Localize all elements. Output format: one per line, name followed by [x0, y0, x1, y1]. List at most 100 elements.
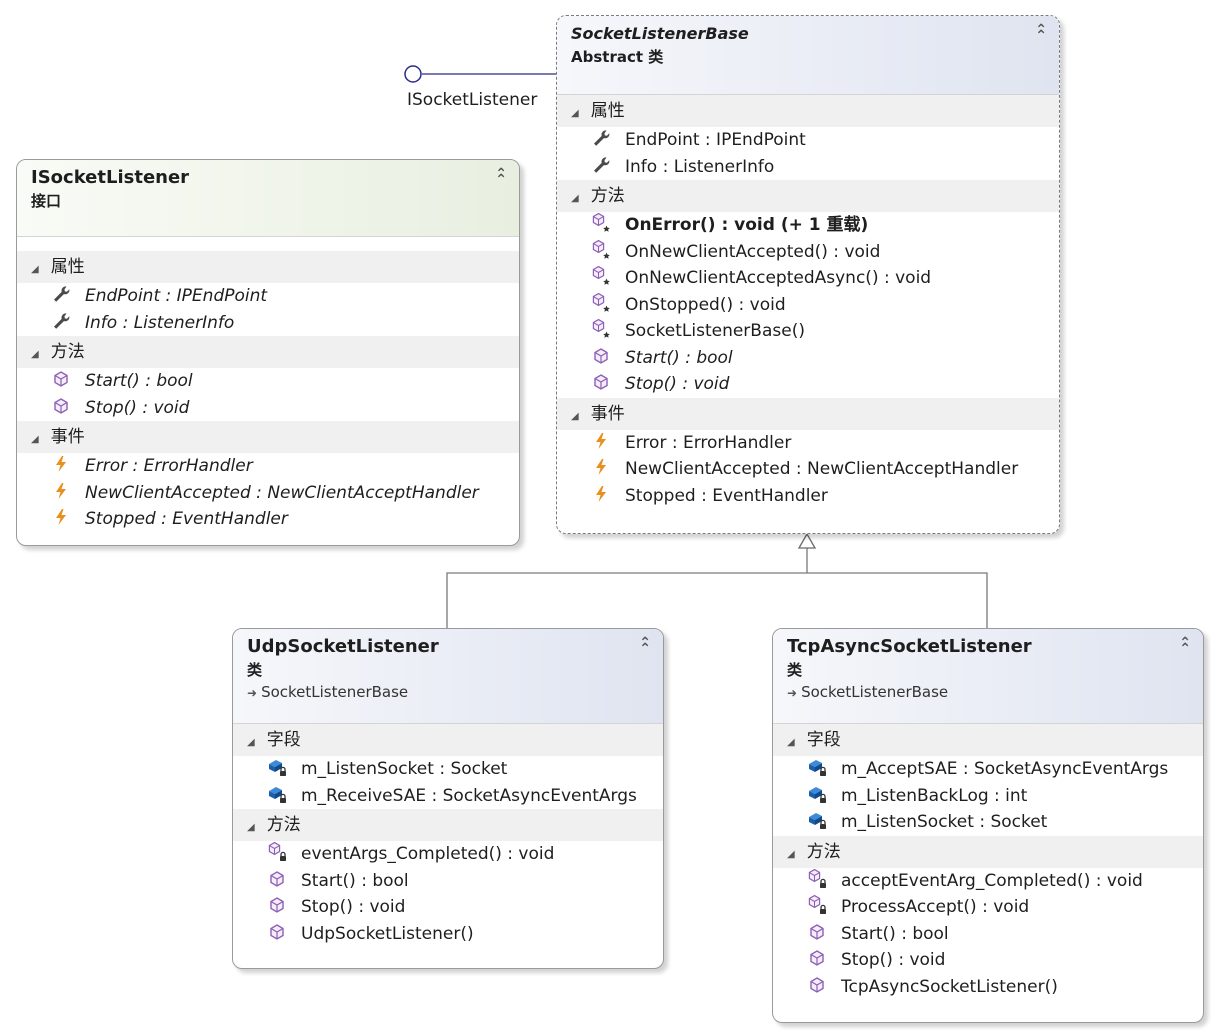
section-header-methods[interactable]: ◢ 方法	[773, 835, 1203, 868]
member-row[interactable]: UdpSocketListener()	[233, 921, 663, 948]
collapse-chevron-icon[interactable]: ⌃ ⌃	[1035, 22, 1047, 54]
expand-triangle-icon: ◢	[571, 108, 579, 119]
interface-lollipop-label: ISocketListener	[407, 90, 538, 110]
section-header-events[interactable]: ◢ 事件	[557, 397, 1059, 430]
expand-triangle-icon: ◢	[31, 264, 39, 275]
section-header-methods[interactable]: ◢ 方法	[557, 180, 1059, 212]
member-text: Stopped : EventHandler	[625, 485, 828, 506]
section-title: 事件	[590, 403, 625, 424]
member-row[interactable]: OnStopped() : void	[557, 292, 1059, 319]
member-row[interactable]: m_AcceptSAE : SocketAsyncEventArgs	[773, 756, 1203, 783]
member-row[interactable]: NewClientAccepted : NewClientAcceptHandl…	[557, 456, 1059, 483]
protected-method-icon	[591, 213, 611, 233]
method-cube-icon	[591, 346, 611, 366]
member-row[interactable]: EndPoint : IPEndPoint	[17, 283, 519, 310]
member-row[interactable]: SocketListenerBase()	[557, 318, 1059, 345]
section-header-fields[interactable]: ◢ 字段	[233, 724, 663, 756]
member-row[interactable]: Start() : bool	[773, 921, 1203, 948]
member-row[interactable]: m_ReceiveSAE : SocketAsyncEventArgs	[233, 783, 663, 810]
member-row[interactable]: OnError() : void (+ 1 重载)	[557, 212, 1059, 239]
section-title: 方法	[50, 342, 85, 362]
member-text: UdpSocketListener()	[301, 923, 474, 944]
member-row[interactable]: TcpAsyncSocketListener()	[773, 974, 1203, 1001]
section-title: 属性	[590, 101, 625, 121]
member-row[interactable]: Stop() : void	[17, 395, 519, 422]
inherit-arrow-icon: ➜	[787, 686, 798, 700]
member-row[interactable]: eventArgs_Completed() : void	[233, 841, 663, 868]
section-title: 方法	[806, 841, 841, 862]
expand-triangle-icon: ◢	[31, 434, 39, 445]
collapse-chevron-icon[interactable]: ⌃ ⌃	[1179, 635, 1191, 667]
member-text: m_AcceptSAE : SocketAsyncEventArgs	[841, 759, 1169, 779]
member-text: TcpAsyncSocketListener()	[841, 976, 1058, 997]
method-cube-icon	[591, 372, 611, 392]
member-text: ProcessAccept() : void	[841, 897, 1030, 917]
member-text: Stop() : void	[625, 374, 730, 394]
member-row[interactable]: EndPoint : IPEndPoint	[557, 127, 1059, 154]
member-row[interactable]: m_ListenSocket : Socket	[773, 809, 1203, 836]
section-header-properties[interactable]: ◢ 属性	[17, 251, 519, 283]
collapse-chevron-icon[interactable]: ⌃ ⌃	[639, 635, 651, 667]
member-row[interactable]: Stop() : void	[773, 947, 1203, 974]
member-text: Stop() : void	[301, 897, 406, 917]
member-row[interactable]: Stop() : void	[557, 371, 1059, 398]
box-stereotype: 接口	[31, 192, 62, 210]
member-text: eventArgs_Completed() : void	[301, 844, 555, 864]
base-class-reference: ➜ SocketListenerBase	[787, 681, 1189, 704]
section-header-fields[interactable]: ◢ 字段	[773, 724, 1203, 756]
member-row[interactable]: ProcessAccept() : void	[773, 894, 1203, 921]
interface-box-isocketlistener[interactable]: ISocketListener 接口 ⌃ ⌃ ◢ 属性 EndPoint : IPE…	[16, 159, 520, 546]
class-box-udpsocketlistener[interactable]: UdpSocketListener 类 ➜ SocketListenerBase …	[232, 628, 664, 969]
section-header-properties[interactable]: ◢ 属性	[557, 95, 1059, 127]
member-text: m_ListenSocket : Socket	[301, 759, 508, 779]
member-row[interactable]: Stop() : void	[233, 894, 663, 921]
member-text: NewClientAccepted : NewClientAcceptHandl…	[85, 482, 479, 503]
box-stereotype: Abstract 类	[571, 48, 664, 66]
base-class-name: SocketListenerBase	[801, 683, 949, 701]
section-title: 字段	[266, 730, 301, 750]
method-cube-icon	[51, 396, 71, 416]
private-field-icon	[807, 784, 827, 804]
class-box-tcpasyncsocketlistener[interactable]: TcpAsyncSocketListener 类 ➜ SocketListener…	[772, 628, 1204, 1023]
member-text: OnNewClientAcceptedAsync() : void	[625, 268, 932, 288]
private-method-icon	[807, 868, 827, 889]
member-row[interactable]: m_ListenSocket : Socket	[233, 756, 663, 783]
member-row[interactable]: Start() : bool	[17, 368, 519, 395]
method-cube-icon	[267, 869, 287, 889]
method-cube-icon	[807, 922, 827, 942]
lightning-icon	[51, 481, 71, 501]
member-row[interactable]: OnNewClientAcceptedAsync() : void	[557, 265, 1059, 292]
section-title: 方法	[266, 815, 301, 835]
expand-triangle-icon: ◢	[247, 822, 255, 833]
collapse-chevron-icon[interactable]: ⌃ ⌃	[495, 166, 507, 198]
member-row[interactable]: Stopped : EventHandler	[557, 483, 1059, 510]
class-box-socketlistenerbase[interactable]: SocketListenerBase Abstract 类 ⌃ ⌃ ◢ 属性 End…	[556, 15, 1060, 534]
member-row[interactable]: Error : ErrorHandler	[17, 453, 519, 480]
member-text: m_ListenBackLog : int	[841, 785, 1028, 806]
member-row[interactable]: Info : ListenerInfo	[557, 154, 1059, 181]
member-text: acceptEventArg_Completed() : void	[841, 870, 1143, 891]
member-row[interactable]: acceptEventArg_Completed() : void	[773, 868, 1203, 895]
private-field-icon	[807, 810, 827, 830]
member-text: Start() : bool	[841, 923, 949, 944]
member-row[interactable]: Stopped : EventHandler	[17, 506, 519, 533]
private-method-icon	[267, 842, 287, 862]
member-row[interactable]: Start() : bool	[557, 345, 1059, 372]
private-field-icon	[807, 757, 827, 777]
member-row[interactable]: Start() : bool	[233, 868, 663, 895]
method-cube-icon	[807, 948, 827, 968]
member-row[interactable]: Info : ListenerInfo	[17, 310, 519, 337]
box-stereotype: 类	[787, 661, 803, 679]
member-text: Error : ErrorHandler	[625, 432, 792, 453]
inheritance-branch-line	[446, 572, 988, 628]
section-header-methods[interactable]: ◢ 方法	[233, 809, 663, 841]
box-title: SocketListenerBase	[571, 24, 749, 43]
member-row[interactable]: m_ListenBackLog : int	[773, 783, 1203, 810]
member-row[interactable]: Error : ErrorHandler	[557, 430, 1059, 457]
section-header-events[interactable]: ◢ 事件	[17, 421, 519, 453]
member-row[interactable]: NewClientAccepted : NewClientAcceptHandl…	[17, 480, 519, 507]
section-title: 方法	[590, 186, 625, 206]
member-row[interactable]: OnNewClientAccepted() : void	[557, 239, 1059, 266]
member-text: SocketListenerBase()	[625, 321, 805, 341]
section-header-methods[interactable]: ◢ 方法	[17, 336, 519, 368]
